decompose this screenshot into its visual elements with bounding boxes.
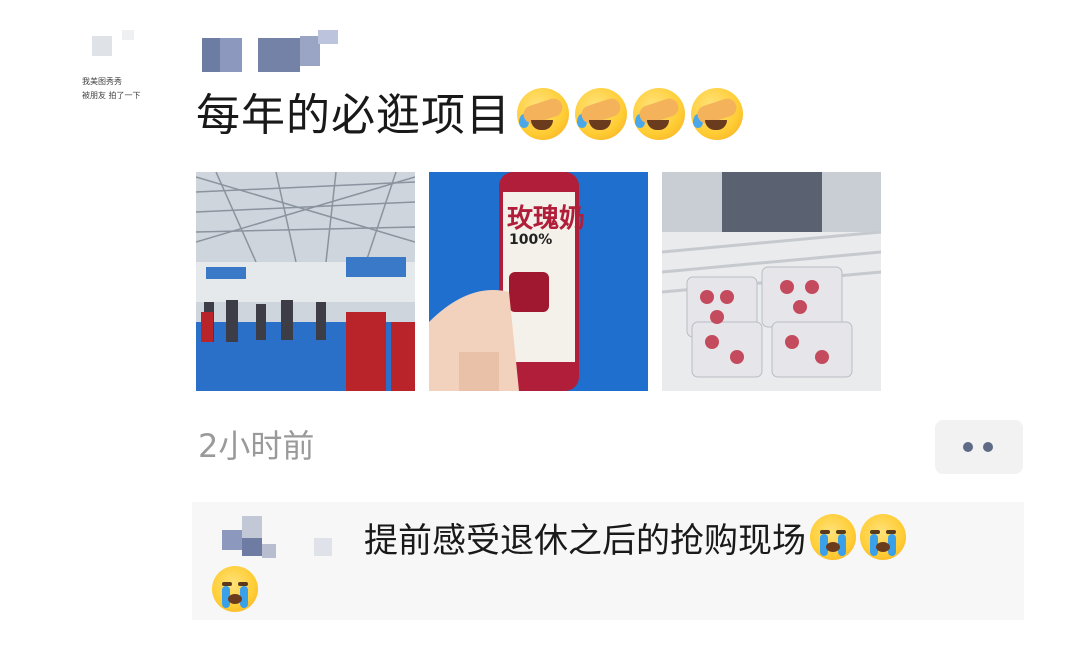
commenter-name-mosaic[interactable] bbox=[222, 516, 342, 562]
facepalm-cry-emoji-3 bbox=[633, 88, 685, 140]
more-dots-icon-2 bbox=[983, 442, 993, 452]
nickname-mosaic[interactable] bbox=[202, 30, 342, 76]
loudly-crying-emoji-2 bbox=[860, 514, 906, 560]
avatar-caption-line2: 被朋友 拍了一下 bbox=[82, 91, 141, 100]
exhibition-hall-illustration bbox=[196, 172, 415, 391]
more-dots-icon bbox=[963, 442, 973, 452]
loudly-crying-emoji-3 bbox=[212, 566, 258, 612]
post-timestamp: 2小时前 bbox=[198, 427, 315, 465]
avatar-caption-line1: 我美图秀秀 bbox=[82, 77, 122, 86]
facepalm-cry-emoji-2 bbox=[575, 88, 627, 140]
crate-illustration bbox=[662, 172, 881, 391]
post-text: 每年的必逛项目 bbox=[196, 88, 743, 144]
rose-drink-bottle-photo[interactable]: 玫瑰奶 100% bbox=[429, 172, 648, 391]
bottle-percent: 100% bbox=[509, 232, 553, 248]
loudly-crying-emoji-1 bbox=[810, 514, 856, 560]
bottle-label: 玫瑰奶 bbox=[507, 204, 586, 234]
facepalm-cry-emoji-4 bbox=[691, 88, 743, 140]
produce-crate-photo[interactable] bbox=[662, 172, 881, 391]
comment-text: 提前感受退休之后的抢购现场 bbox=[364, 514, 906, 564]
comment-text-content: 提前感受退休之后的抢购现场 bbox=[364, 521, 806, 561]
facepalm-cry-emoji-1 bbox=[517, 88, 569, 140]
post-text-content: 每年的必逛项目 bbox=[196, 90, 511, 141]
more-button[interactable] bbox=[935, 420, 1023, 474]
exhibition-hall-photo[interactable] bbox=[196, 172, 415, 391]
comment-emoji-wrap bbox=[212, 566, 258, 612]
